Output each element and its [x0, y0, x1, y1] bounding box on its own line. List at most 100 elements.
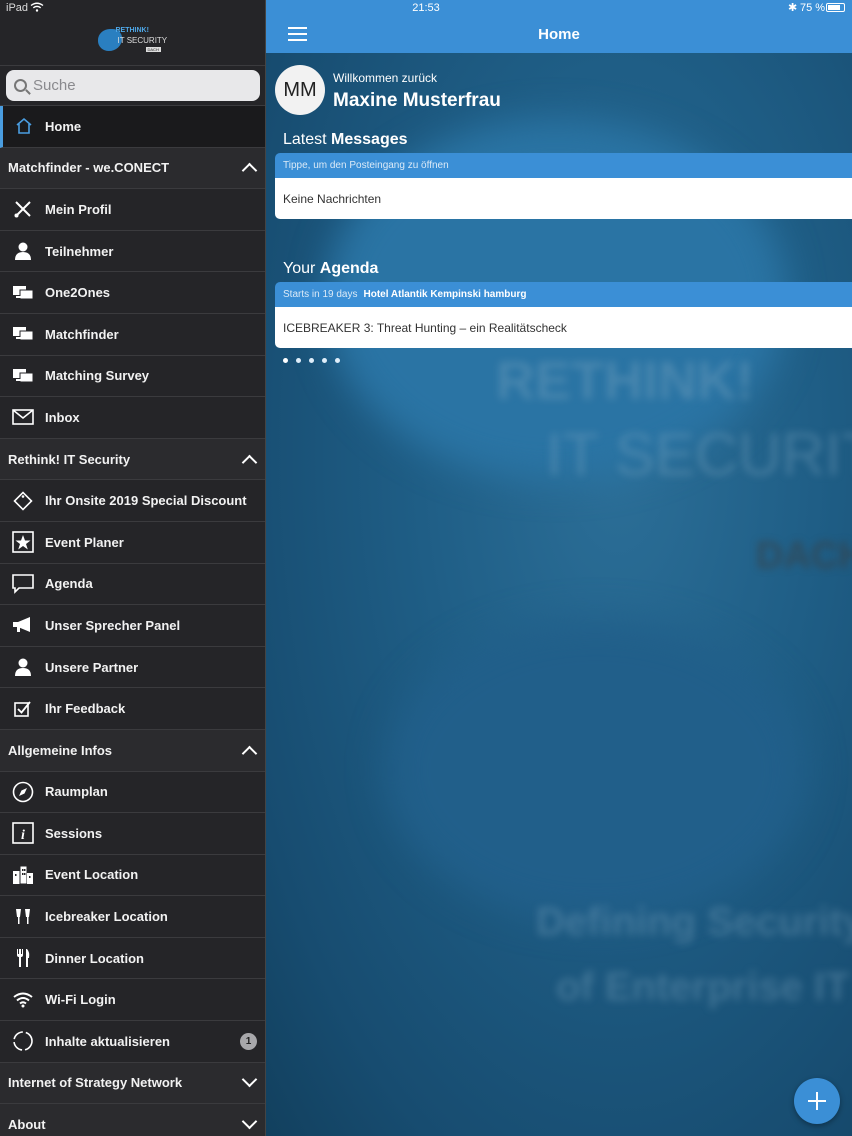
sidebar-item-one2ones[interactable]: One2Ones	[0, 272, 265, 314]
sidebar-item-event-location[interactable]: Event Location	[0, 854, 265, 897]
sidebar-item-label: Unser Sprecher Panel	[45, 617, 181, 633]
welcome-text: Willkommen zurück	[333, 71, 438, 85]
sidebar-item-label: Event Planer	[45, 534, 124, 550]
agenda-title-light: Your	[283, 260, 320, 277]
sidebar-item-label: Sessions	[45, 825, 103, 841]
sidebar-item-dinner-location[interactable]: Dinner Location	[0, 937, 265, 980]
search-box[interactable]	[6, 70, 260, 101]
nav-menu: Home Matchfinder - we.CONECT Mein Profil…	[0, 106, 265, 1136]
sidebar-item-label: Inbox	[45, 409, 80, 425]
person-icon	[0, 241, 45, 261]
messages-card[interactable]: Tippe, um den Posteingang zu öffnen Kein…	[275, 153, 852, 219]
sidebar-item-label: Home	[45, 118, 82, 134]
sidebar-item-label: Agenda	[45, 576, 93, 592]
agenda-card[interactable]: Starts in 19 days Hotel Atlantik Kempinsk…	[275, 282, 852, 348]
page-dot[interactable]	[335, 358, 340, 363]
messages-title: Latest Messages	[283, 131, 408, 149]
page-dot[interactable]	[309, 358, 314, 363]
update-count-badge: 1	[240, 1032, 257, 1050]
search-icon	[14, 79, 27, 92]
sidebar-item-event-planer[interactable]: Event Planer	[0, 521, 265, 564]
agenda-title: Your Agenda	[283, 260, 378, 278]
search-input[interactable]	[33, 77, 243, 94]
checkbox-icon	[0, 700, 45, 718]
agenda-location: Hotel Atlantik Kempinski hamburg	[363, 289, 527, 300]
sidebar-item-home[interactable]: Home	[0, 106, 265, 148]
page-title: Home	[538, 26, 580, 43]
sidebar-item-label: Event Location	[45, 867, 139, 883]
compass-icon	[0, 781, 45, 803]
section-header-about[interactable]: About	[0, 1104, 265, 1136]
page-dot[interactable]	[283, 358, 288, 363]
svg-text:i: i	[21, 828, 25, 843]
person-icon	[0, 657, 45, 677]
section-header-allgemeine-infos[interactable]: Allgemeine Infos	[0, 729, 265, 772]
sidebar-item-icebreaker-location[interactable]: Icebreaker Location	[0, 896, 265, 938]
add-button[interactable]	[794, 1078, 840, 1124]
sidebar-item-teilnehmer[interactable]: Teilnehmer	[0, 230, 265, 273]
section-header-iosn[interactable]: Internet of Strategy Network	[0, 1062, 265, 1105]
sidebar-item-sprecher-panel[interactable]: Unser Sprecher Panel	[0, 605, 265, 647]
sidebar-item-label: Dinner Location	[45, 950, 144, 966]
avatar[interactable]: MM	[275, 65, 325, 115]
user-name: Maxine Musterfrau	[333, 90, 501, 111]
chevron-up-icon	[241, 163, 258, 179]
section-title: Internet of Strategy Network	[8, 1075, 183, 1091]
page-dot[interactable]	[296, 358, 301, 363]
sidebar-item-feedback[interactable]: Ihr Feedback	[0, 688, 265, 730]
logo-tag: DACH	[145, 47, 161, 52]
refresh-icon	[0, 1030, 45, 1052]
search-bar	[0, 66, 265, 106]
home-icon	[3, 116, 45, 136]
clock: 21:53	[412, 2, 440, 14]
sidebar-item-wifi-login[interactable]: Wi-Fi Login	[0, 979, 265, 1022]
wifi-icon	[0, 992, 45, 1008]
sidebar-item-label: Mein Profil	[45, 201, 112, 217]
ticket-icon	[0, 490, 45, 512]
sidebar-item-matchfinder[interactable]: Matchfinder	[0, 313, 265, 356]
sidebar-item-label: Matchfinder	[45, 326, 119, 342]
sidebar-item-label: Unsere Partner	[45, 659, 139, 675]
section-title: Allgemeine Infos	[8, 742, 113, 758]
background-text: IT SECURITY	[546, 421, 852, 488]
sidebar-item-label: One2Ones	[45, 285, 111, 301]
megaphone-icon	[0, 616, 45, 634]
section-header-rethink[interactable]: Rethink! IT Security	[0, 438, 265, 481]
bluetooth-icon: ✱	[788, 2, 798, 14]
sidebar-item-label: Teilnehmer	[45, 243, 114, 259]
cutlery-icon	[0, 948, 45, 968]
background-text: Defining Security	[536, 900, 852, 944]
background-text: DACH	[756, 535, 852, 577]
envelope-icon	[0, 409, 45, 426]
info-icon: i	[0, 822, 45, 845]
glasses-icon	[0, 907, 45, 927]
tools-icon	[0, 199, 45, 219]
battery-level: 75 %	[800, 2, 826, 14]
section-header-matchfinder[interactable]: Matchfinder - we.CONECT	[0, 147, 265, 190]
sidebar-item-inhalte-aktualisieren[interactable]: Inhalte aktualisieren 1	[0, 1021, 265, 1063]
page-dot[interactable]	[322, 358, 327, 363]
sidebar-item-inbox[interactable]: Inbox	[0, 397, 265, 439]
sidebar-item-raumplan[interactable]: Raumplan	[0, 771, 265, 814]
sidebar-item-label: Wi-Fi Login	[45, 992, 116, 1008]
chevron-up-icon	[241, 745, 258, 761]
sidebar-item-partner[interactable]: Unsere Partner	[0, 646, 265, 689]
chevron-down-icon	[241, 1072, 258, 1088]
agenda-starts: Starts in 19 days	[283, 289, 358, 300]
sidebar-item-label: Ihr Onsite 2019 Special Discount	[45, 493, 247, 509]
section-title: About	[8, 1117, 46, 1133]
screens-icon	[0, 284, 45, 302]
sidebar-item-agenda[interactable]: Agenda	[0, 563, 265, 606]
agenda-body: ICEBREAKER 3: Threat Hunting – ein Reali…	[275, 307, 852, 348]
sidebar-item-mein-profil[interactable]: Mein Profil	[0, 189, 265, 231]
sidebar-item-label: Raumplan	[45, 784, 108, 800]
sidebar-item-discount[interactable]: Ihr Onsite 2019 Special Discount	[0, 480, 265, 522]
plus-icon	[808, 1092, 826, 1110]
main-content: RETHINK! IT SECURITY DACH Defining Secur…	[266, 0, 852, 1136]
background-text: of Enterprise IT	[556, 965, 850, 1009]
sidebar: RETHINK! IT SECURITY DACH Home Matchfind…	[0, 0, 266, 1136]
screens-icon	[0, 367, 45, 385]
sidebar-item-matching-survey[interactable]: Matching Survey	[0, 355, 265, 398]
messages-body: Keine Nachrichten	[275, 178, 852, 219]
sidebar-item-sessions[interactable]: i Sessions	[0, 813, 265, 855]
